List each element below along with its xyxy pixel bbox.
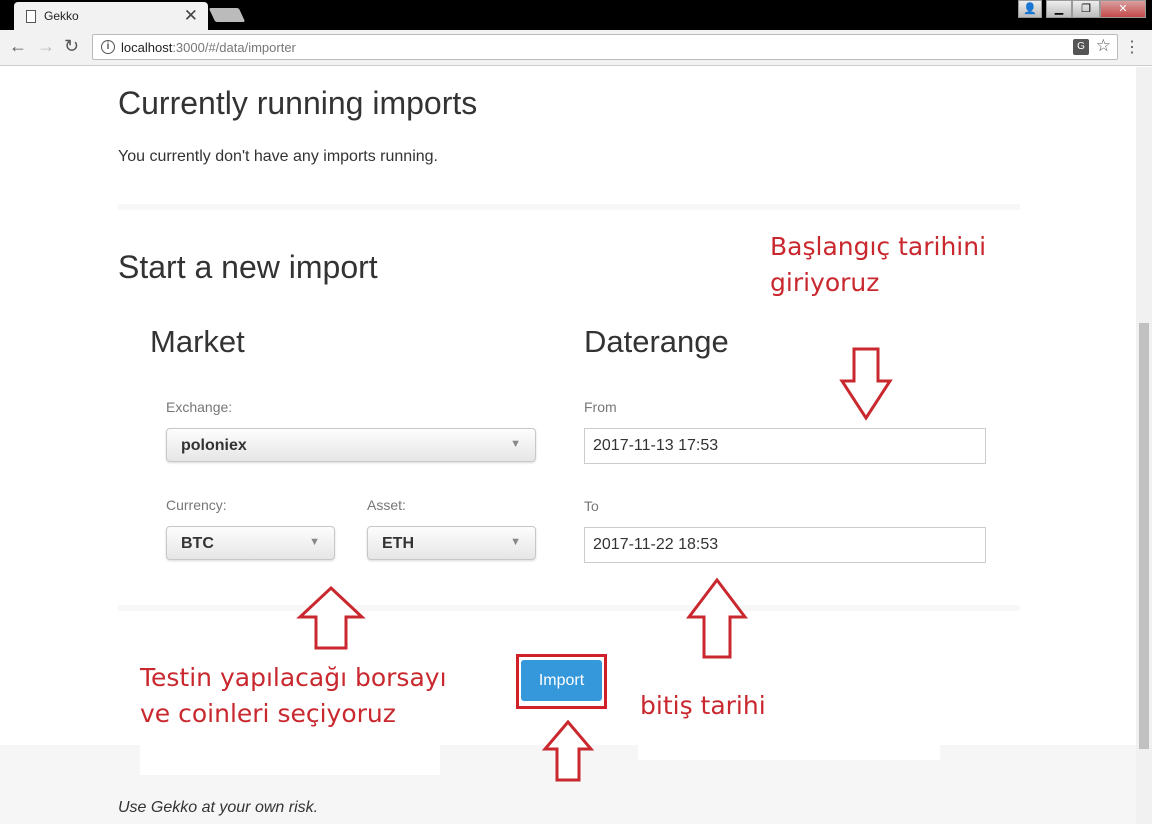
- exchange-label: Exchange:: [166, 399, 233, 415]
- divider: [118, 605, 1020, 611]
- tab-title: Gekko: [44, 9, 79, 23]
- close-tab-icon[interactable]: ✕: [184, 6, 198, 26]
- footer-disclaimer: Use Gekko at your own risk.: [118, 799, 319, 816]
- url-host: localhost: [121, 40, 173, 55]
- menu-icon[interactable]: ⋮: [1124, 37, 1140, 57]
- currency-value: BTC: [181, 535, 214, 552]
- browser-tab[interactable]: Gekko ✕: [14, 2, 208, 30]
- running-imports-message: You currently don't have any imports run…: [118, 148, 438, 165]
- annotation-backdrop: [638, 745, 940, 760]
- currency-label: Currency:: [166, 497, 227, 513]
- down-arrow-icon: [839, 347, 893, 421]
- close-window-button[interactable]: ✕: [1100, 0, 1146, 18]
- chevron-down-icon: ▼: [510, 438, 521, 450]
- browser-toolbar: ← → ↻ i localhost:3000/#/data/importer G…: [0, 30, 1152, 66]
- to-date-input[interactable]: [584, 527, 986, 563]
- currency-select[interactable]: BTC ▼: [166, 526, 335, 560]
- url-path: :3000/#/data/importer: [172, 40, 296, 55]
- annotation-backdrop: [140, 745, 440, 775]
- exchange-select[interactable]: poloniex ▼: [166, 428, 536, 462]
- page-scrollbar[interactable]: [1136, 67, 1152, 824]
- info-icon[interactable]: i: [101, 40, 115, 54]
- asset-select[interactable]: ETH ▼: [367, 526, 536, 560]
- translate-icon[interactable]: G: [1073, 39, 1089, 55]
- chevron-down-icon: ▼: [510, 536, 521, 548]
- minimize-button[interactable]: ▁: [1046, 0, 1072, 18]
- asset-value: ETH: [382, 535, 414, 552]
- scrollbar-thumb[interactable]: [1139, 323, 1149, 749]
- from-date-input[interactable]: [584, 428, 986, 464]
- to-label: To: [584, 498, 599, 514]
- up-arrow-icon: [296, 585, 366, 650]
- forward-icon[interactable]: →: [37, 36, 55, 57]
- annotation-line: Başlangıç tarihini: [770, 232, 987, 261]
- new-tab-button[interactable]: [208, 8, 246, 22]
- url-text: localhost:3000/#/data/importer: [121, 40, 296, 55]
- annotation-line: ve coinleri seçiyoruz: [140, 699, 396, 728]
- from-label: From: [584, 399, 617, 415]
- import-button[interactable]: Import: [521, 660, 602, 701]
- back-icon[interactable]: ←: [9, 36, 27, 57]
- end-date-annotation: bitiş tarihi: [640, 691, 766, 720]
- divider: [118, 204, 1020, 210]
- user-icon[interactable]: 👤: [1018, 0, 1042, 18]
- new-import-title: Start a new import: [118, 249, 378, 285]
- asset-label: Asset:: [367, 497, 406, 513]
- bookmark-star-icon[interactable]: ☆: [1096, 36, 1111, 56]
- daterange-title: Daterange: [584, 324, 729, 359]
- up-arrow-icon: [686, 577, 748, 659]
- start-date-annotation: Başlangıç tarihini giriyoruz: [770, 229, 986, 301]
- running-imports-title: Currently running imports: [118, 85, 478, 121]
- exchange-value: poloniex: [181, 437, 247, 454]
- annotation-line: Testin yapılacağı borsayı: [140, 663, 447, 692]
- chevron-down-icon: ▼: [309, 536, 320, 548]
- address-bar[interactable]: i localhost:3000/#/data/importer G ☆: [92, 34, 1118, 60]
- restore-button[interactable]: ❐: [1072, 0, 1100, 18]
- reload-icon[interactable]: ↻: [64, 36, 79, 57]
- annotation-line: giriyoruz: [770, 268, 880, 297]
- page-content: Currently running imports You currently …: [0, 67, 1136, 824]
- browser-titlebar: Gekko ✕ 👤 ▁ ❐ ✕: [0, 0, 1152, 30]
- up-arrow-icon: [542, 719, 594, 782]
- exchange-annotation: Testin yapılacağı borsayı ve coinleri se…: [140, 660, 447, 732]
- market-title: Market: [150, 324, 245, 359]
- page-icon: [26, 10, 36, 23]
